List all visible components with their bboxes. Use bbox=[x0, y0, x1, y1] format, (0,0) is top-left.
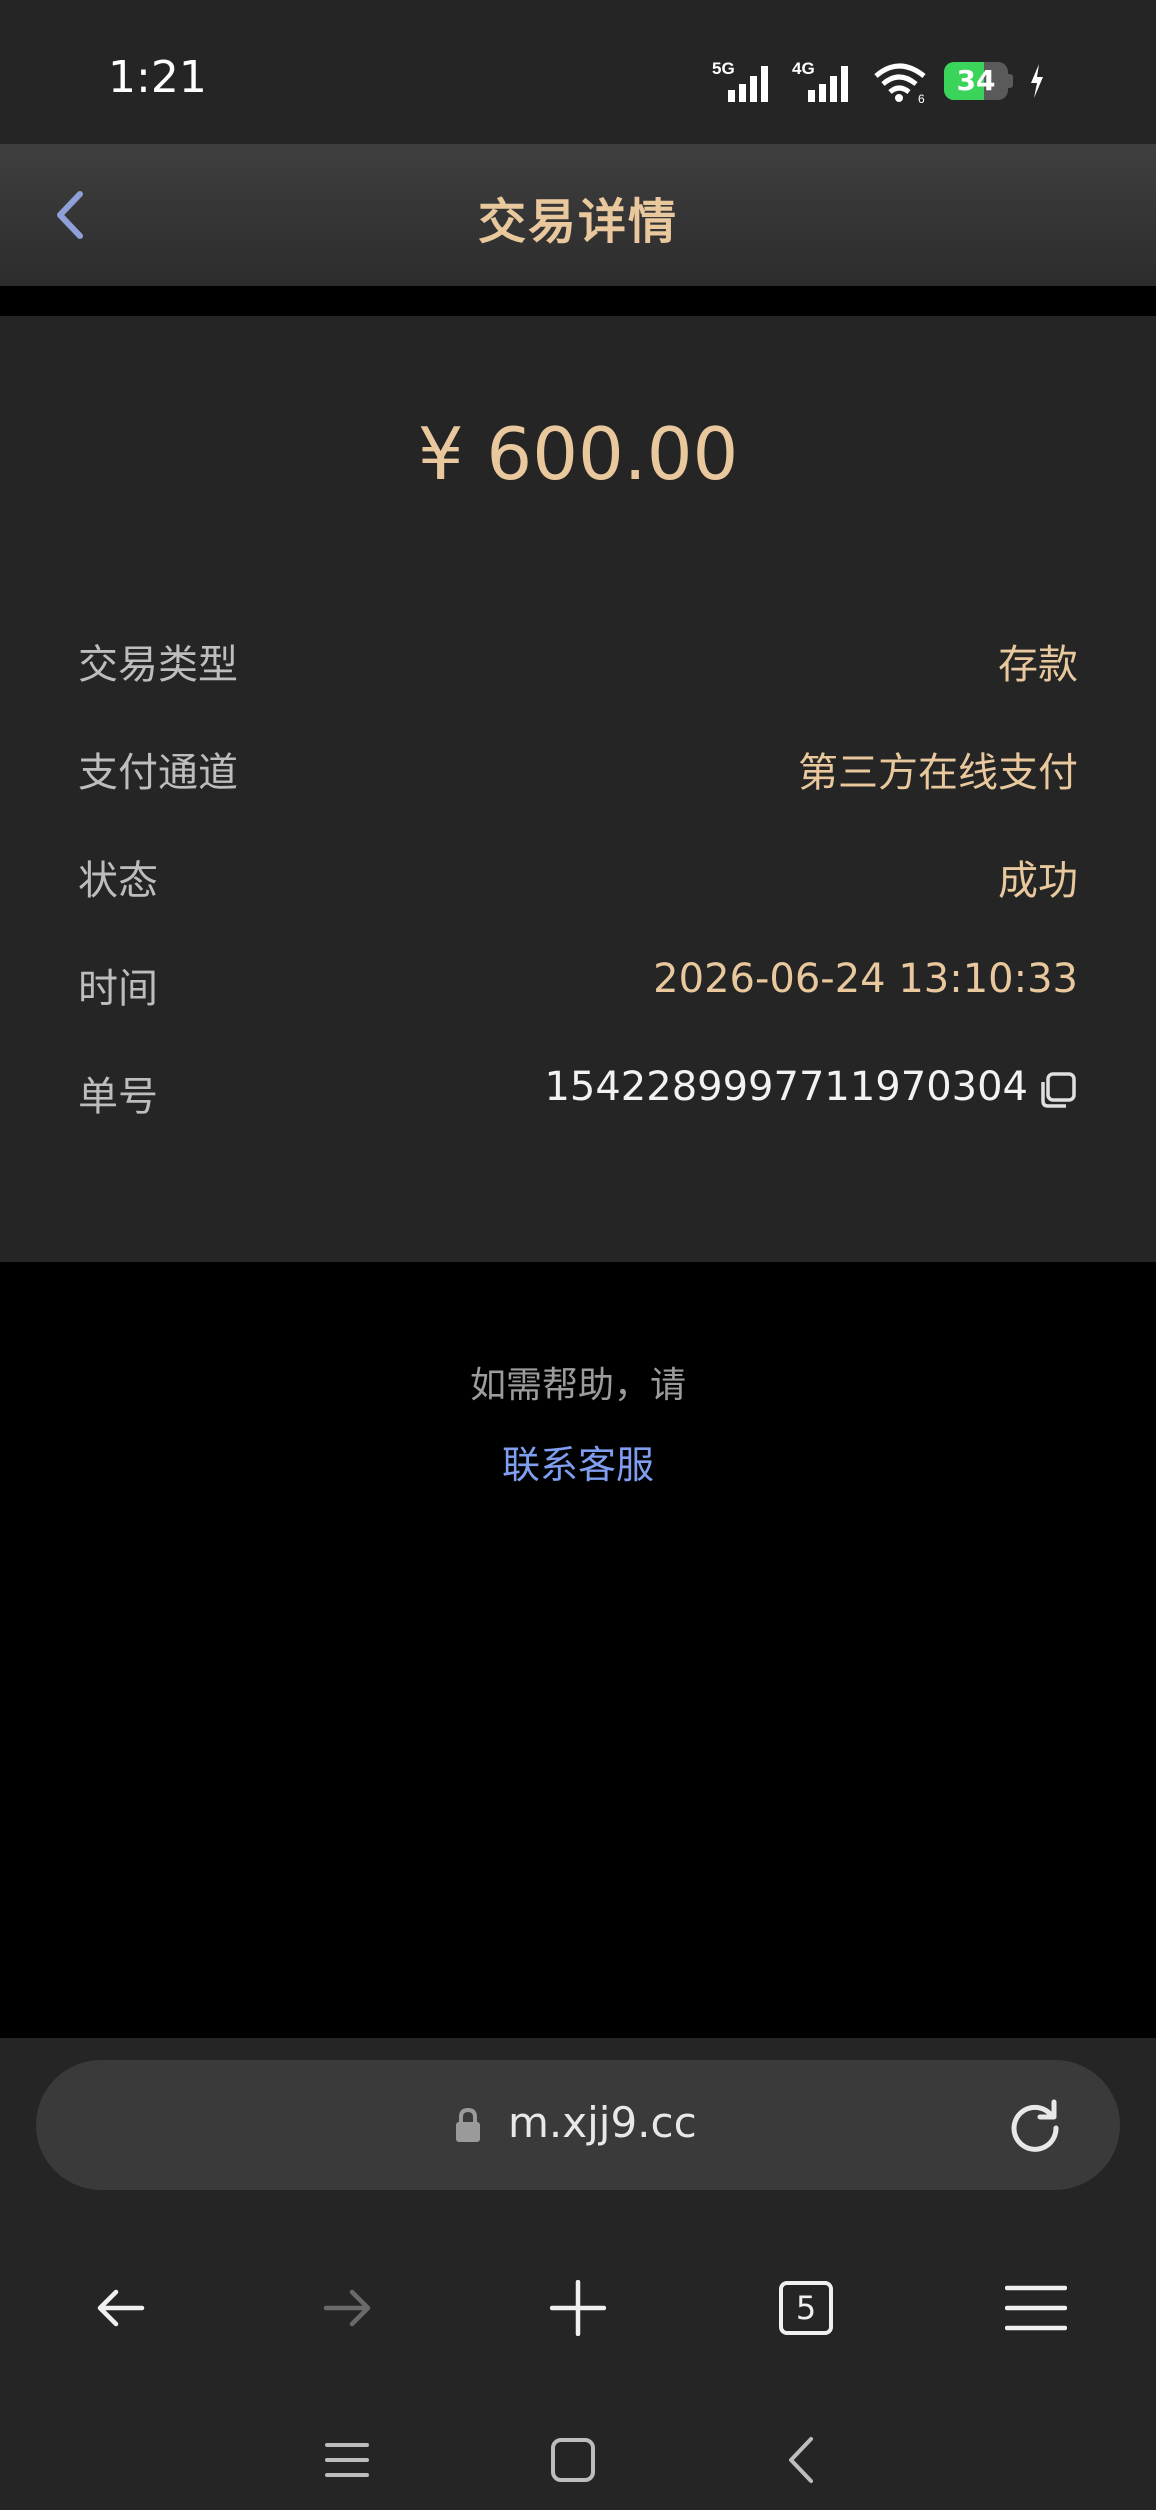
status-time: 1:21 bbox=[108, 52, 207, 103]
row-time: 时间 2026-06-24 13:10:33 bbox=[78, 956, 1078, 1016]
new-tab-button[interactable] bbox=[528, 2258, 628, 2358]
system-back-button[interactable] bbox=[756, 2410, 846, 2510]
transaction-card: ¥ 600.00 交易类型 存款 支付通道 第三方在线支付 状态 成功 时间 2… bbox=[0, 316, 1156, 1262]
row-value: 成功 bbox=[998, 858, 1078, 904]
page-title: 交易详情 bbox=[477, 194, 678, 250]
battery-icon: 34 bbox=[944, 62, 1014, 100]
hamburger-menu-icon bbox=[1005, 2285, 1067, 2331]
lock-icon bbox=[456, 2107, 480, 2142]
row-value: 存款 bbox=[998, 642, 1078, 688]
chevron-left-icon bbox=[789, 2437, 813, 2483]
menu-button[interactable] bbox=[986, 2258, 1086, 2358]
order-number-value: 1542289997711970304 bbox=[544, 1064, 1028, 1110]
browser-nav-row: 5 bbox=[0, 2258, 1156, 2358]
tabs-button[interactable]: 5 bbox=[756, 2258, 856, 2358]
plus-icon bbox=[550, 2280, 606, 2336]
square-home-icon bbox=[551, 2438, 595, 2482]
contact-support-link[interactable]: 联系客服 bbox=[0, 1434, 1156, 1489]
wifi-icon: 6 bbox=[874, 63, 926, 104]
back-nav-button[interactable] bbox=[70, 2258, 170, 2358]
url-text: m.xjj9.cc bbox=[508, 2098, 697, 2147]
recent-apps-button[interactable] bbox=[302, 2410, 392, 2510]
row-label: 单号 bbox=[78, 1074, 158, 1120]
system-nav-bar bbox=[0, 2410, 1156, 2510]
status-icons: 5G 4G 6 34 bbox=[712, 58, 1046, 104]
row-label: 状态 bbox=[78, 858, 158, 904]
battery-level: 34 bbox=[956, 64, 996, 97]
tab-count-icon: 5 bbox=[779, 2281, 833, 2335]
menu-lines-icon bbox=[325, 2443, 369, 2477]
reload-icon bbox=[1011, 2099, 1059, 2152]
transaction-amount: ¥ 600.00 bbox=[417, 412, 739, 496]
svg-text:6: 6 bbox=[918, 92, 925, 104]
tab-count: 5 bbox=[795, 2289, 817, 2327]
row-value: 第三方在线支付 bbox=[798, 750, 1078, 796]
url-bar[interactable]: m.xjj9.cc bbox=[36, 2060, 1120, 2190]
app-header: 交易详情 bbox=[0, 144, 1156, 286]
help-text: 如需帮助，请 bbox=[469, 1365, 686, 1406]
row-label: 支付通道 bbox=[78, 750, 238, 796]
signal-5g-icon: 5G bbox=[712, 59, 768, 102]
row-label: 时间 bbox=[78, 966, 158, 1012]
row-channel: 支付通道 第三方在线支付 bbox=[78, 740, 1078, 800]
home-button[interactable] bbox=[528, 2410, 618, 2510]
arrow-left-icon bbox=[97, 2289, 145, 2327]
status-bar: 1:21 5G 4G 6 34 bbox=[0, 0, 1156, 144]
arrow-right-icon bbox=[323, 2289, 371, 2327]
signal-4g-icon: 4G bbox=[792, 59, 848, 102]
sim2-label: 4G bbox=[792, 59, 815, 78]
sim1-label: 5G bbox=[712, 59, 735, 78]
row-status: 状态 成功 bbox=[78, 848, 1078, 908]
row-value: 2026-06-24 13:10:33 bbox=[653, 956, 1078, 1002]
reload-button[interactable] bbox=[1004, 2094, 1066, 2156]
forward-nav-button[interactable] bbox=[298, 2258, 398, 2358]
row-label: 交易类型 bbox=[78, 642, 238, 688]
row-type: 交易类型 存款 bbox=[78, 632, 1078, 692]
browser-toolbar: m.xjj9.cc 5 bbox=[0, 2038, 1156, 2510]
row-order-number: 单号 1542289997711970304 bbox=[78, 1064, 1078, 1124]
copy-icon[interactable] bbox=[1038, 1070, 1078, 1110]
charging-icon bbox=[1031, 64, 1043, 98]
